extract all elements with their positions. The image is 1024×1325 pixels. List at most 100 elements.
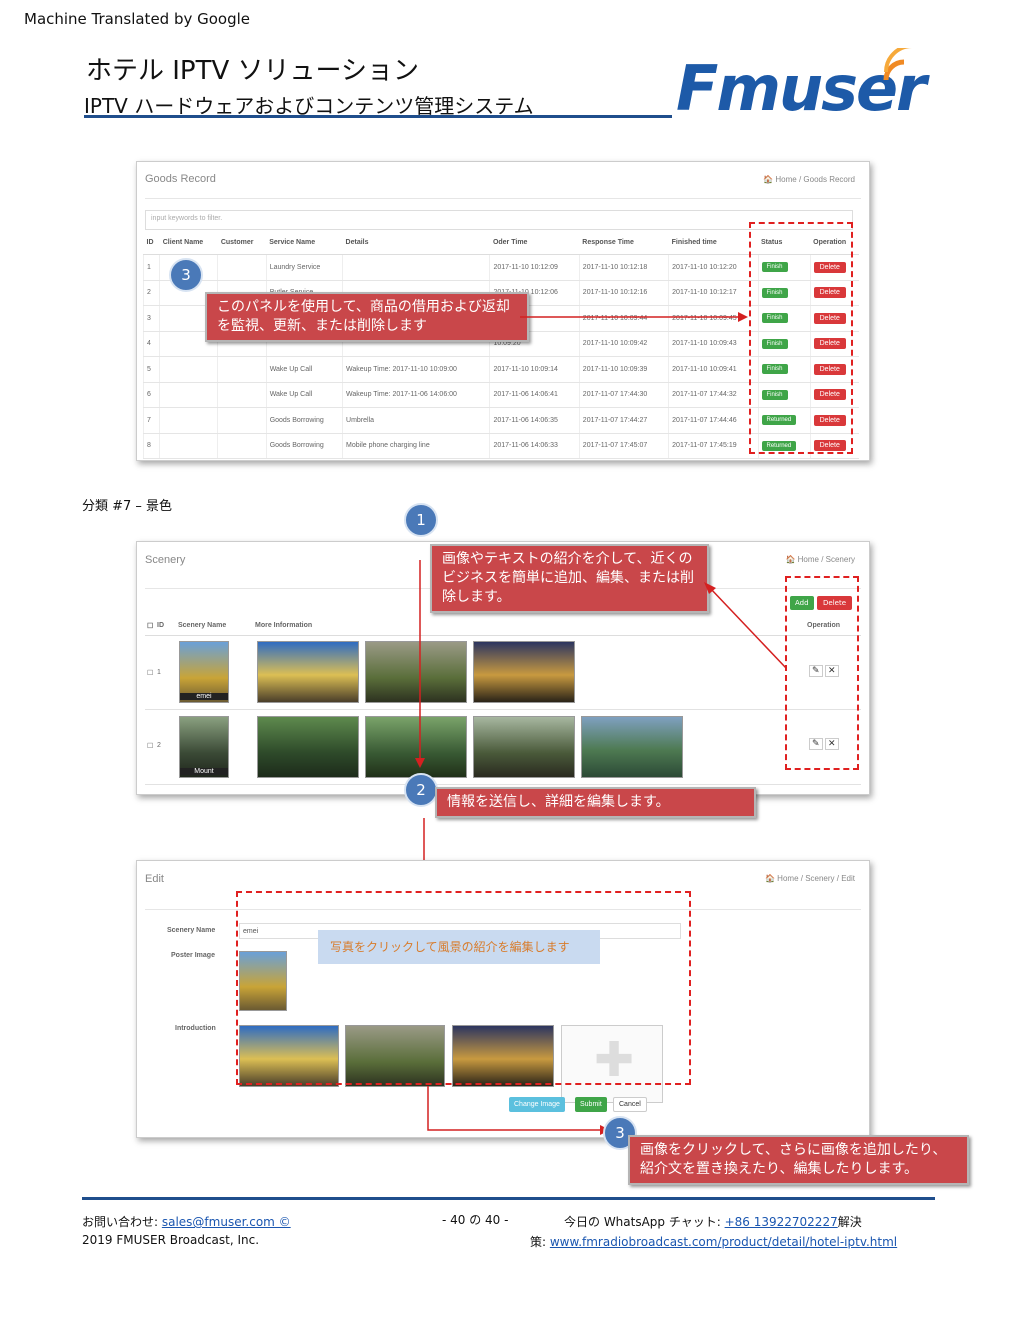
client-name-cell <box>159 382 218 408</box>
row-checkbox[interactable]: ☐ <box>147 669 153 677</box>
customer-cell <box>217 407 267 434</box>
footer-whatsapp: 今日の WhatsApp チャット: +86 13922702227解決 <box>564 1213 862 1230</box>
row-id: 5 <box>142 356 160 383</box>
row-id: 8 <box>142 433 160 459</box>
service-name-cell: Goods Borrowing <box>265 407 343 434</box>
arrow-icon <box>704 582 787 669</box>
step-3-bubble: 3 <box>169 258 203 292</box>
finished-time-cell: 2017-11-07 17:44:32 <box>668 382 759 408</box>
filter-placeholder: input keywords to filter. <box>151 215 223 222</box>
service-name-cell: Laundry Service <box>265 254 343 281</box>
intro-image[interactable] <box>257 641 359 703</box>
order-time-cell: 2017-11-10 10:12:09 <box>489 254 580 281</box>
edit-form-highlight <box>236 891 691 1085</box>
footer-copyright: 2019 FMUSER Broadcast, Inc. <box>82 1233 260 1247</box>
breadcrumb[interactable]: 🏠 Home / Scenery / Edit <box>765 874 855 883</box>
edit-callout: 画像をクリックして、さらに画像を追加したり、紹介文を置き換えたり、編集したりしま… <box>628 1135 969 1185</box>
filter-input[interactable]: input keywords to filter. <box>145 210 853 230</box>
client-name-cell <box>159 433 218 459</box>
response-time-cell: 2017-11-07 17:45:07 <box>578 433 669 459</box>
row-id: 7 <box>142 407 160 434</box>
col-header: Customer <box>217 230 267 255</box>
finished-time-cell: 2017-11-10 10:12:20 <box>668 254 759 281</box>
customer-cell <box>217 382 267 408</box>
edit-hint: 写真をクリックして風景の紹介を編集します <box>318 930 600 964</box>
step-1-bubble: 1 <box>404 503 438 537</box>
breadcrumb[interactable]: 🏠 Home / Scenery <box>785 555 855 564</box>
finished-time-cell: 2017-11-10 10:09:41 <box>668 356 759 383</box>
email-link[interactable]: sales@fmuser.com © <box>162 1215 291 1229</box>
response-time-cell: 2017-11-10 10:12:16 <box>578 280 669 306</box>
col-header: Details <box>342 230 490 255</box>
policy-prefix: 策: <box>530 1235 550 1249</box>
category-label: 分類 #7 – 景色 <box>82 499 173 514</box>
intro-image[interactable] <box>257 716 359 778</box>
arrow-icon <box>520 312 748 322</box>
scenery-name-label: Scenery Name <box>167 927 216 934</box>
row-id: 3 <box>142 305 160 332</box>
details-cell: Wakeup Time: 2017-11-10 10:09:00 <box>342 356 490 383</box>
footer-contact: お問い合わせ: sales@fmuser.com © <box>82 1213 291 1230</box>
goods-callout: このパネルを使用して、商品の借用および返却を監視、更新、または削除します <box>205 292 529 342</box>
poster-thumbnail[interactable]: emei <box>179 641 229 703</box>
fmuser-logo: Fmuser <box>676 48 936 125</box>
row-id: 6 <box>142 382 160 408</box>
response-time-cell: 2017-11-10 10:09:39 <box>578 356 669 383</box>
title-divider <box>84 115 672 118</box>
row-id: 2 <box>142 280 160 306</box>
col-header: ID <box>157 622 164 629</box>
arrow-icon <box>415 560 425 768</box>
details-cell: Mobile phone charging line <box>342 433 490 459</box>
footer-divider <box>82 1197 935 1200</box>
col-header: Oder Time <box>489 230 580 255</box>
col-header: Scenery Name <box>178 622 227 629</box>
status-operation-highlight <box>749 222 853 454</box>
whatsapp-prefix: 今日の WhatsApp チャット: <box>564 1215 725 1229</box>
scenery-callout: 画像やテキストの紹介を介して、近くのビジネスを簡単に追加、編集、または削除します… <box>430 544 709 613</box>
response-time-cell: 2017-11-07 17:44:27 <box>578 407 669 434</box>
client-name-cell <box>159 356 218 383</box>
finished-time-cell: 2017-11-10 10:09:43 <box>668 331 759 357</box>
contact-prefix: お問い合わせ: <box>82 1215 162 1229</box>
panel-title: Edit <box>145 873 164 885</box>
order-time-cell: 2017-11-10 10:09:14 <box>489 356 580 383</box>
phone-link[interactable]: +86 13922702227 <box>725 1215 838 1229</box>
panel-title: Goods Record <box>145 173 216 185</box>
details-cell: Umbrella <box>342 407 490 434</box>
client-name-cell <box>159 407 218 434</box>
breadcrumb[interactable]: 🏠 Home / Goods Record <box>763 175 855 184</box>
step-2-bubble: 2 <box>404 773 438 807</box>
order-time-cell: 2017-11-06 14:06:33 <box>489 433 580 459</box>
solution-text: 解決 <box>837 1215 862 1229</box>
service-name-cell: Goods Borrowing <box>265 433 343 459</box>
website-link[interactable]: www.fmradiobroadcast.com/product/detail/… <box>550 1235 897 1249</box>
page-number: - 40 の 40 - <box>442 1213 509 1227</box>
poster-image-label: Poster Image <box>171 952 215 959</box>
poster-thumbnail[interactable]: Mount <box>179 716 229 778</box>
finished-time-cell: 2017-11-07 17:44:46 <box>668 407 759 434</box>
document-title: ホテル IPTV ソリューション <box>86 56 420 86</box>
finished-time-cell: 2017-11-07 17:45:19 <box>668 433 759 459</box>
col-header: Finished time <box>668 230 759 255</box>
response-time-cell: 2017-11-10 10:09:42 <box>578 331 669 357</box>
details-cell: Wakeup Time: 2017-11-06 14:06:00 <box>342 382 490 408</box>
customer-cell <box>217 433 267 459</box>
machine-translated-label: Machine Translated by Google <box>24 10 251 28</box>
intro-image[interactable] <box>581 716 683 778</box>
row-checkbox[interactable]: ☐ <box>147 742 153 750</box>
operation-highlight <box>785 576 859 770</box>
introduction-label: Introduction <box>175 1025 216 1032</box>
service-name-cell: Wake Up Call <box>265 382 343 408</box>
response-time-cell: 2017-11-07 17:44:30 <box>578 382 669 408</box>
intro-image[interactable] <box>473 716 575 778</box>
row-id: 2 <box>157 742 161 749</box>
finished-time-cell: 2017-11-10 10:12:17 <box>668 280 759 306</box>
row-id: 4 <box>142 331 160 357</box>
submit-callout: 情報を送信し、詳細を編集します。 <box>435 787 756 818</box>
panel-title: Scenery <box>145 554 186 566</box>
intro-image[interactable] <box>473 641 575 703</box>
cancel-button[interactable]: Cancel <box>613 1097 647 1112</box>
response-time-cell: 2017-11-10 10:12:18 <box>578 254 669 281</box>
customer-cell <box>217 254 267 281</box>
select-all-checkbox[interactable]: ☐ <box>147 622 153 630</box>
